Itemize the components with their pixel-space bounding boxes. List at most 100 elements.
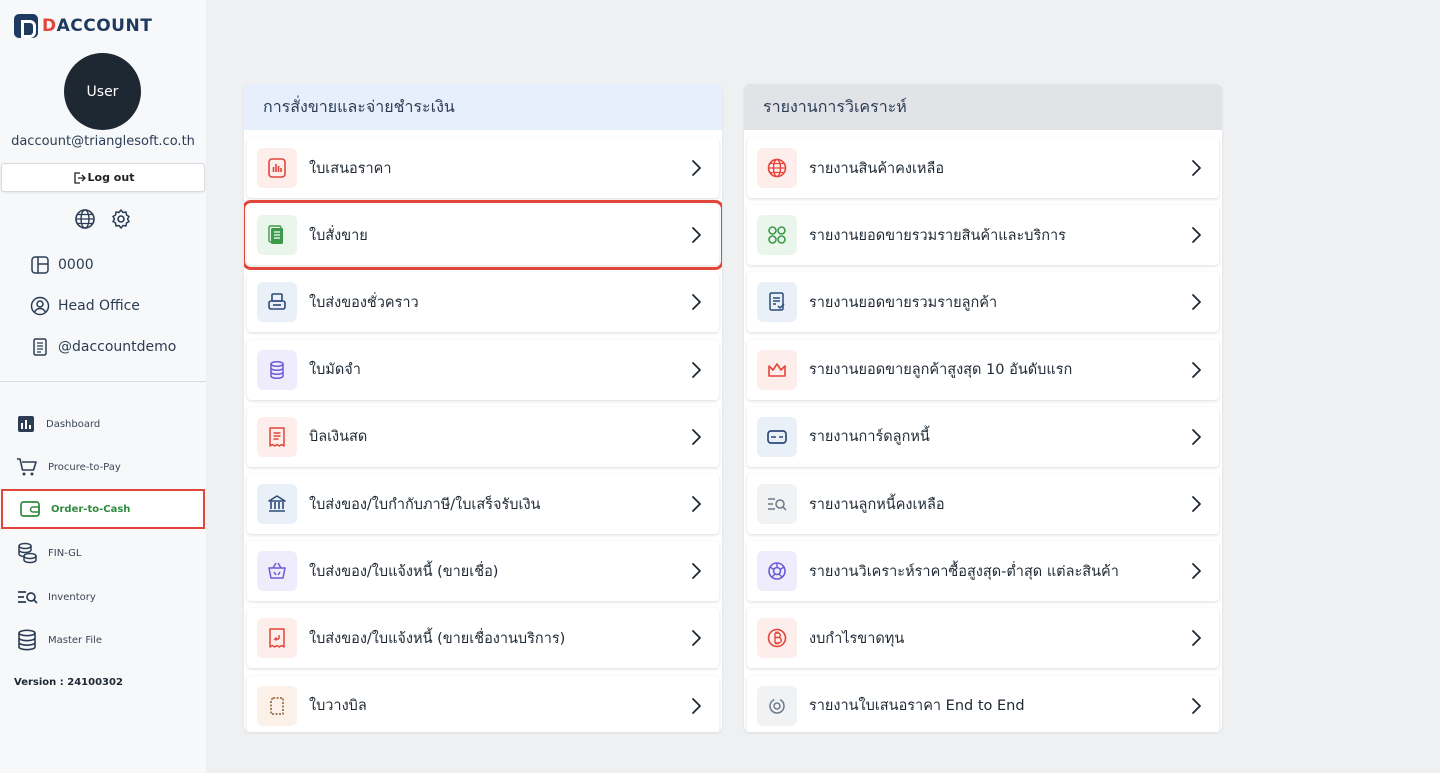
gear-icon[interactable] [110, 208, 132, 230]
menu-row[interactable]: งบกำไรขาดทุน [747, 608, 1219, 669]
nav-item-inventory[interactable]: Inventory [0, 580, 206, 614]
menu-row[interactable]: รายงานการ์ดลูกหนี้ [747, 406, 1219, 467]
menu-row[interactable]: ใบส่งของชั่วคราว [247, 272, 719, 333]
document-icon [33, 338, 47, 356]
nav-item-order-to-cash[interactable]: Order-to-Cash [1, 489, 205, 529]
company-row[interactable]: @daccountdemo [30, 337, 176, 357]
bitcoin-icon [767, 629, 787, 648]
avatar[interactable]: User [64, 53, 141, 130]
nav-item-master-file[interactable]: Master File [0, 623, 206, 657]
basket-icon [268, 562, 286, 579]
menu-icon-box [757, 484, 797, 524]
sidebar-divider [0, 381, 206, 382]
menu-row[interactable]: ใบส่งของ/ใบแจ้งหนี้ (ขายเชื่อ) [247, 541, 719, 602]
chevron-right-icon [692, 428, 701, 445]
nav-item-dashboard[interactable]: Dashboard [0, 407, 206, 441]
branch-name-row[interactable]: Head Office [30, 296, 140, 316]
menu-row[interactable]: ใบสั่งขาย [244, 200, 722, 271]
list-search-icon [18, 591, 38, 604]
menu-row-label: ใบส่งของชั่วคราว [309, 294, 419, 311]
menu-row[interactable]: รายงานยอดขายลูกค้าสูงสุด 10 อันดับแรก [747, 339, 1219, 400]
printer-icon [268, 293, 286, 311]
menu-row[interactable]: รายงานใบเสนอราคา End to End [747, 675, 1219, 732]
chevron-right-icon [692, 160, 701, 176]
branch-code-row[interactable]: 0000 [30, 255, 94, 275]
nav-label: Procure-to-Pay [48, 461, 121, 473]
menu-icon-box [757, 148, 797, 188]
chevron-right-icon [1192, 294, 1201, 311]
menu-icon-box [257, 484, 297, 524]
menu-row[interactable]: บิลเงินสด [247, 406, 719, 467]
wallet-icon [20, 501, 40, 517]
nav-label: Master File [48, 634, 103, 646]
logout-button[interactable]: Log out [1, 163, 205, 192]
menu-row[interactable]: รายงานยอดขายรวมรายลูกค้า [747, 272, 1219, 333]
report-panel-title: รายงานการวิเคราะห์ [744, 84, 1222, 130]
menu-icon-box [757, 282, 797, 323]
version-text: Version : 24100302 [14, 677, 123, 688]
pie-icon [768, 562, 786, 580]
menu-row[interactable]: ใบส่งของ/ใบแจ้งหนี้ (ขายเชื่องานบริการ) [247, 608, 719, 669]
globe-icon[interactable] [74, 208, 96, 230]
document-list-icon [268, 225, 283, 245]
nav-label: Order-to-Cash [51, 503, 131, 515]
menu-icon-box [757, 349, 797, 390]
database-icon [18, 629, 36, 651]
menu-row[interactable]: รายงานสินค้าคงเหลือ [747, 138, 1219, 198]
chevron-right-icon [1192, 227, 1201, 244]
menu-row-label: รายงานใบเสนอราคา End to End [809, 698, 1025, 715]
chevron-right-icon [1192, 496, 1201, 512]
menu-row[interactable]: รายงานวิเคราะห์ราคาซื้อสูงสุด-ต่ำสุด แต่… [747, 541, 1219, 602]
menu-row-label: รายงานการ์ดลูกหนี้ [809, 429, 930, 446]
menu-icon-box [257, 618, 297, 659]
menu-row-label: งบกำไรขาดทุน [809, 630, 905, 647]
chevron-right-icon [692, 697, 701, 714]
nav-label: Dashboard [46, 418, 101, 430]
report-panel: รายงานการวิเคราะห์ รายงานสินค้าคงเหลือรา… [744, 84, 1222, 732]
credit-card-icon [767, 429, 787, 444]
bar-chart-doc-icon [268, 158, 286, 178]
spiral-icon [769, 697, 785, 714]
menu-icon-box [757, 416, 797, 457]
card-outline-icon [270, 696, 284, 715]
coin-stack-icon [270, 360, 284, 379]
user-circle-icon [30, 296, 50, 316]
menu-row-label: บิลเงินสด [309, 429, 368, 446]
menu-row[interactable]: ใบส่งของ/ใบกำกับภาษี/ใบเสร็จรับเงิน [247, 474, 719, 534]
menu-icon-box [257, 349, 297, 390]
crown-icon [768, 362, 786, 377]
branch-code: 0000 [58, 257, 94, 273]
chevron-right-icon [1192, 563, 1201, 580]
menu-row-label: รายงานวิเคราะห์ราคาซื้อสูงสุด-ต่ำสุด แต่… [809, 563, 1119, 580]
grid-circles-icon [768, 226, 786, 244]
menu-row[interactable]: รายงานยอดขายรวมรายสินค้าและบริการ [747, 205, 1219, 266]
menu-row[interactable]: ใบมัดจำ [247, 339, 719, 400]
return-receipt-icon [269, 628, 285, 649]
logout-label: Log out [87, 171, 135, 184]
menu-row-label: ใบเสนอราคา [309, 160, 392, 177]
chevron-right-icon [1192, 361, 1201, 378]
nav-item-fin-gl[interactable]: FIN-GL [0, 536, 206, 570]
menu-icon-box [757, 618, 797, 659]
brand-logo[interactable]: DACCOUNT [14, 14, 152, 38]
menu-row-label: รายงานยอดขายรวมรายลูกค้า [809, 294, 998, 311]
checklist-icon [769, 292, 785, 312]
sales-panel: การสั่งขายและจ่ายชำระเงิน ใบเสนอราคา ใบสั… [244, 84, 722, 732]
chart-icon [18, 416, 34, 432]
menu-row[interactable]: รายงานลูกหนี้คงเหลือ [747, 474, 1219, 534]
menu-icon-box [257, 416, 297, 457]
chevron-right-icon [692, 227, 701, 244]
chevron-right-icon [692, 563, 701, 580]
menu-row[interactable]: ใบวางบิล [247, 675, 719, 732]
top-icon-bar [74, 208, 132, 230]
menu-icon-box [257, 685, 297, 726]
nav-item-procure-to-pay[interactable]: Procure-to-Pay [0, 450, 206, 484]
sales-list: ใบเสนอราคาใบสั่งขายใบส่งของชั่วคราวใบมัด… [244, 130, 722, 732]
company-name: @daccountdemo [58, 339, 177, 355]
logo-text-prefix: D [42, 16, 57, 36]
branch-name: Head Office [58, 298, 140, 314]
nav-label: FIN-GL [48, 547, 82, 559]
logo-text-rest: ACCOUNT [56, 16, 153, 36]
chevron-right-icon [1192, 630, 1201, 647]
menu-row[interactable]: ใบเสนอราคา [247, 138, 719, 198]
